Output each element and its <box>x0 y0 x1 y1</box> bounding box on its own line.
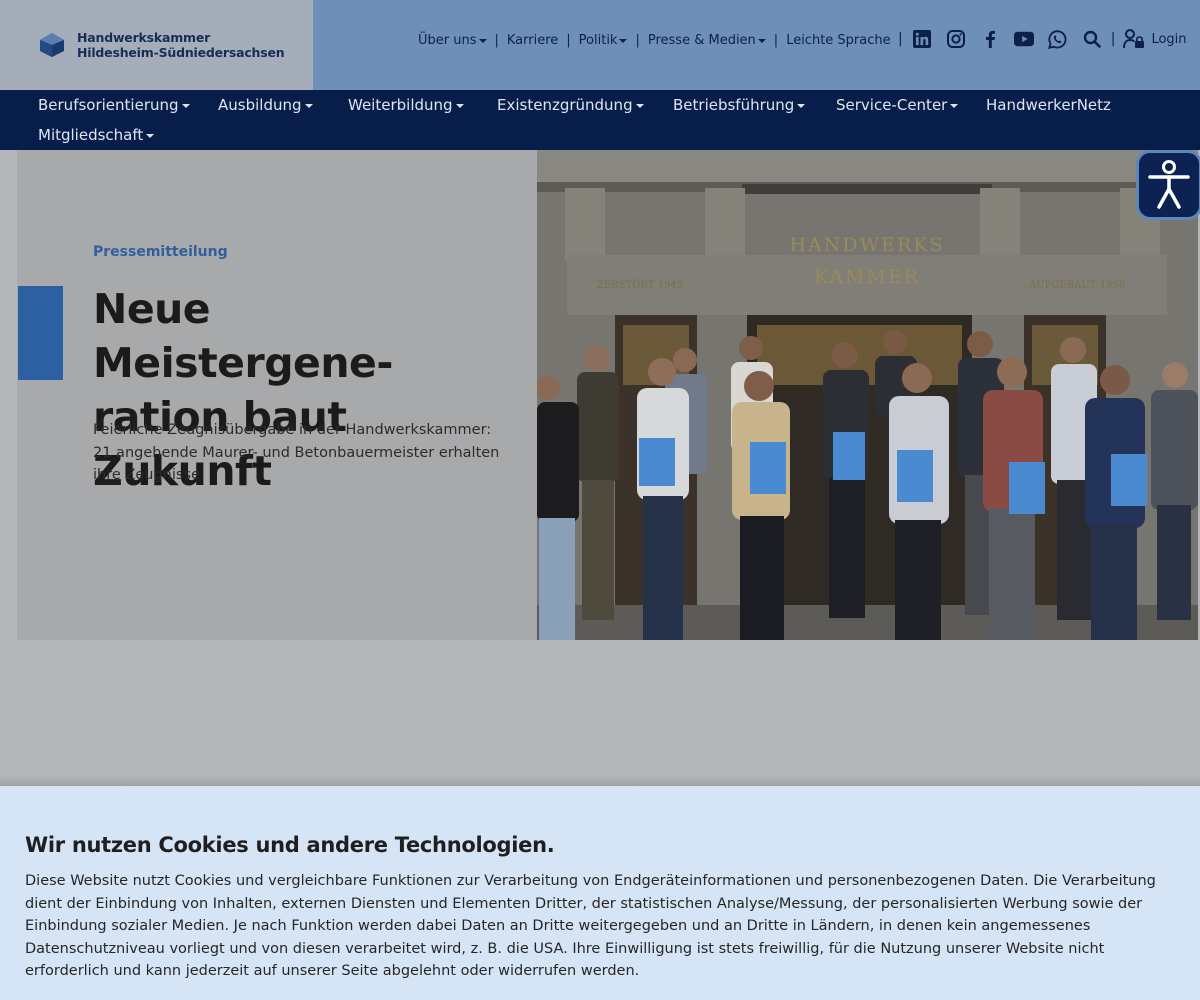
caret-down-icon <box>146 133 155 138</box>
hero-subtitle: Feierliche Zeugnisübergabe in der Handwe… <box>93 422 500 483</box>
caret-down-icon <box>635 103 644 108</box>
plaque-left: ZERSTÖRT 1945 <box>597 279 683 291</box>
caret-down-icon <box>455 103 464 108</box>
cookie-text: Diese Website nutzt Cookies und vergleic… <box>25 873 1156 979</box>
brand-line1: Handwerkskammer <box>77 30 211 45</box>
topnav-presse-medien[interactable]: Presse & Medien <box>640 33 774 48</box>
brand-line2: Hildesheim-Südniedersachsen <box>77 45 285 60</box>
cookie-banner: Wir nutzen Cookies und andere Technologi… <box>0 786 1200 1000</box>
logo-icon <box>40 33 64 57</box>
caret-down-icon <box>757 38 766 43</box>
caret-down-icon <box>950 103 959 108</box>
caret-down-icon <box>619 38 628 43</box>
header-top: Handwerkskammer Hildesheim-Südniedersach… <box>0 0 1200 90</box>
mainnav-ausbildung[interactable]: Ausbildung <box>218 96 313 114</box>
caret-down-icon <box>797 103 806 108</box>
login-label: Login <box>1151 31 1187 47</box>
separator: | <box>1110 31 1116 47</box>
social-links: | | Login <box>896 26 1187 52</box>
hero-title-line1: Neue Meistergene- <box>93 285 393 387</box>
topnav-ueber-uns[interactable]: Über uns <box>410 33 495 48</box>
building-sign-line1: HANDWERKS <box>789 234 944 256</box>
main-navigation: Berufsorientierung Ausbildung Weiterbild… <box>0 90 1200 150</box>
login-link[interactable]: Login <box>1123 29 1187 49</box>
plaque-right: AUFGEBAUT 1958 <box>1028 280 1125 291</box>
caret-down-icon <box>478 38 487 43</box>
whatsapp-icon[interactable] <box>1048 29 1068 49</box>
facebook-icon[interactable] <box>980 29 1000 49</box>
mainnav-mitgliedschaft[interactable]: Mitgliedschaft <box>38 126 155 144</box>
hero-kicker: Pressemitteilung <box>93 244 228 260</box>
instagram-icon[interactable] <box>946 29 966 49</box>
group-photo-illustration: HANDWERKS KAMMER ZERSTÖRT 1945 AUFGEBAUT… <box>537 150 1198 640</box>
topnav-karriere[interactable]: Karriere <box>499 33 566 48</box>
separator: | <box>898 31 903 47</box>
mainnav-existenzgruendung[interactable]: Existenzgründung <box>497 96 644 114</box>
cookie-title: Wir nutzen Cookies und andere Technologi… <box>25 833 555 857</box>
topnav-politik[interactable]: Politik <box>571 33 636 48</box>
youtube-icon[interactable] <box>1013 29 1034 49</box>
accent-bar <box>18 286 63 380</box>
caret-down-icon <box>304 103 313 108</box>
brand-name: Handwerkskammer Hildesheim-Südniedersach… <box>77 30 285 60</box>
building-sign-line2: KAMMER <box>814 266 920 288</box>
mainnav-service-center[interactable]: Service-Center <box>836 96 959 114</box>
hero-photo: HANDWERKS KAMMER ZERSTÖRT 1945 AUFGEBAUT… <box>537 150 1198 640</box>
accessibility-icon <box>1148 160 1190 209</box>
search-icon[interactable] <box>1082 29 1102 49</box>
topnav-leichte-sprache[interactable]: Leichte Sprache <box>778 33 898 48</box>
mainnav-berufsorientierung[interactable]: Berufsorientierung <box>38 96 190 114</box>
logo-area[interactable]: Handwerkskammer Hildesheim-Südniedersach… <box>0 0 313 90</box>
top-navigation: Über uns | Karriere | Politik | Presse &… <box>410 33 899 48</box>
user-lock-icon <box>1123 29 1145 49</box>
mainnav-betriebsfuehrung[interactable]: Betriebsführung <box>673 96 806 114</box>
mainnav-weiterbildung[interactable]: Weiterbildung <box>348 96 464 114</box>
mainnav-handwerkernetz[interactable]: HandwerkerNetz <box>986 96 1111 114</box>
caret-down-icon <box>181 103 190 108</box>
linkedin-icon[interactable] <box>912 29 932 49</box>
accessibility-button[interactable] <box>1136 150 1200 220</box>
